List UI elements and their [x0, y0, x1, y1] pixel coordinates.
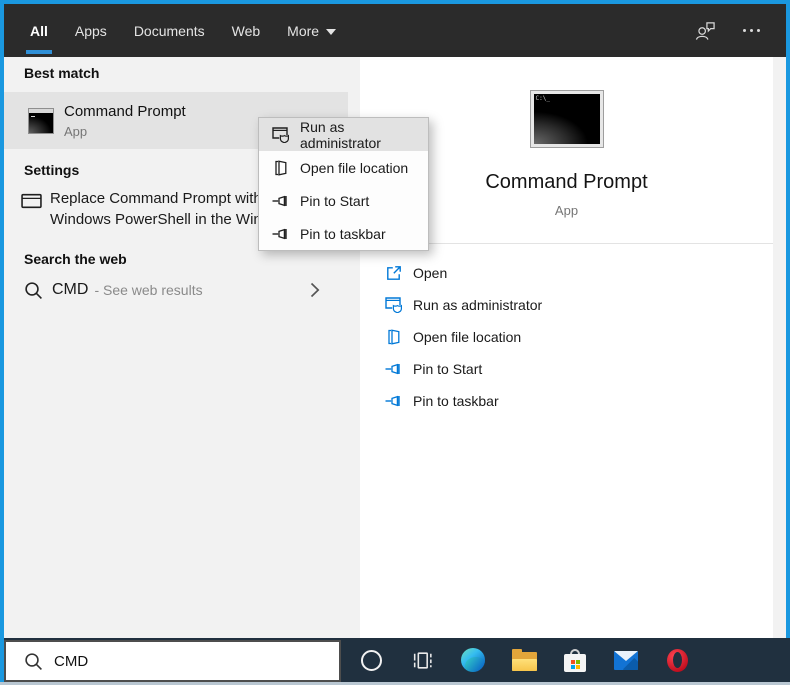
menu-item-label: Open file location: [300, 159, 409, 176]
opera-button[interactable]: [664, 647, 690, 673]
run-as-administrator-icon: [385, 297, 403, 313]
edge-button[interactable]: [460, 647, 486, 673]
result-title: Command Prompt: [64, 102, 186, 120]
scrollbar[interactable]: [773, 57, 786, 638]
tab-web[interactable]: Web: [232, 4, 261, 57]
taskbar-buttons: [341, 638, 790, 682]
mail-button[interactable]: [613, 647, 639, 673]
menu-item-run-as-administrator[interactable]: Run as administrator: [259, 118, 428, 151]
menu-item-label: Pin to Start: [300, 192, 370, 209]
chevron-right-icon[interactable]: [310, 282, 320, 298]
action-open-label: Open: [413, 265, 448, 281]
menu-item-pin-to-start[interactable]: Pin to Start: [259, 184, 428, 217]
pin-icon: [272, 228, 290, 240]
opera-icon: [666, 648, 688, 672]
microsoft-store-icon: [564, 648, 586, 672]
open-file-location-icon: [273, 160, 289, 176]
tab-documents-label: Documents: [133, 22, 205, 39]
settings-result-line2: Windows PowerShell in the Win: [50, 211, 262, 228]
result-type: App: [64, 123, 88, 139]
search-icon: [24, 281, 43, 300]
action-open-file-location[interactable]: Open file location: [360, 321, 773, 353]
search-input[interactable]: CMD: [4, 640, 341, 682]
best-match-header: Best match: [24, 65, 100, 81]
tab-documents[interactable]: Documents: [134, 4, 205, 57]
settings-result-text: Replace Command Prompt with Windows Powe…: [50, 188, 262, 235]
settings-result-line1: Replace Command Prompt with: [50, 190, 262, 207]
task-view-button[interactable]: [409, 647, 435, 673]
action-run-as-administrator-label: Run as administrator: [413, 297, 543, 313]
taskbar: CMD: [4, 638, 790, 685]
web-query: CMD: [52, 281, 89, 298]
chevron-down-icon: [326, 28, 337, 35]
file-explorer-button[interactable]: [511, 647, 537, 673]
action-pin-to-taskbar-label: Pin to taskbar: [413, 393, 499, 409]
windows-search-flyout: All Apps Documents Web More Best match C…: [0, 0, 790, 685]
command-prompt-icon: [28, 107, 54, 134]
microsoft-store-button[interactable]: [562, 647, 588, 673]
filter-tabs: All Apps Documents Web More: [4, 4, 337, 57]
ellipsis-icon[interactable]: [743, 29, 760, 32]
menu-item-pin-to-taskbar[interactable]: Pin to taskbar: [259, 217, 428, 250]
action-pin-to-taskbar[interactable]: Pin to taskbar: [360, 385, 773, 417]
menu-item-label: Pin to taskbar: [300, 225, 386, 242]
mail-icon: [614, 650, 638, 670]
search-icon: [24, 652, 43, 671]
tab-apps-label: Apps: [74, 22, 107, 39]
web-search-result[interactable]: CMD - See web results: [4, 270, 348, 310]
tab-apps[interactable]: Apps: [75, 4, 107, 57]
search-web-header: Search the web: [24, 251, 127, 267]
cortana-button[interactable]: [358, 647, 384, 673]
pin-icon: [385, 395, 403, 407]
open-icon: [386, 265, 402, 281]
feedback-icon[interactable]: [694, 21, 717, 41]
open-file-location-icon: [386, 329, 402, 345]
task-view-icon: [410, 648, 435, 673]
tab-more-label: More: [287, 22, 320, 39]
context-menu: Run as administrator Open file location …: [258, 117, 429, 251]
tab-web-label: Web: [231, 22, 261, 39]
action-open[interactable]: Open: [360, 257, 773, 289]
menu-item-label: Run as administrator: [300, 118, 381, 151]
action-open-file-location-label: Open file location: [413, 329, 522, 345]
edge-icon: [461, 648, 485, 672]
settings-header: Settings: [24, 162, 80, 178]
tab-more[interactable]: More: [287, 4, 337, 57]
search-input-value: CMD: [54, 652, 89, 670]
file-explorer-icon: [511, 648, 537, 671]
action-run-as-administrator[interactable]: Run as administrator: [360, 289, 773, 321]
cortana-icon: [360, 649, 382, 671]
action-pin-to-start-label: Pin to Start: [413, 361, 483, 377]
action-pin-to-start[interactable]: Pin to Start: [360, 353, 773, 385]
tab-all-label: All: [30, 22, 48, 39]
pin-icon: [385, 363, 403, 375]
preview-actions: Open Run as administrator Open file loca…: [360, 257, 773, 417]
menu-item-open-file-location[interactable]: Open file location: [259, 151, 428, 184]
search-filter-bar: All Apps Documents Web More: [4, 4, 786, 57]
preview-type: App: [554, 203, 579, 218]
run-as-administrator-icon: [272, 127, 290, 143]
command-prompt-icon: C:\_: [529, 90, 604, 148]
window-icon: [21, 193, 42, 209]
tab-all[interactable]: All: [26, 4, 52, 57]
pin-icon: [272, 195, 290, 207]
web-hint: - See web results: [94, 282, 203, 298]
preview-title: Command Prompt: [485, 171, 648, 193]
divider: [374, 243, 773, 244]
